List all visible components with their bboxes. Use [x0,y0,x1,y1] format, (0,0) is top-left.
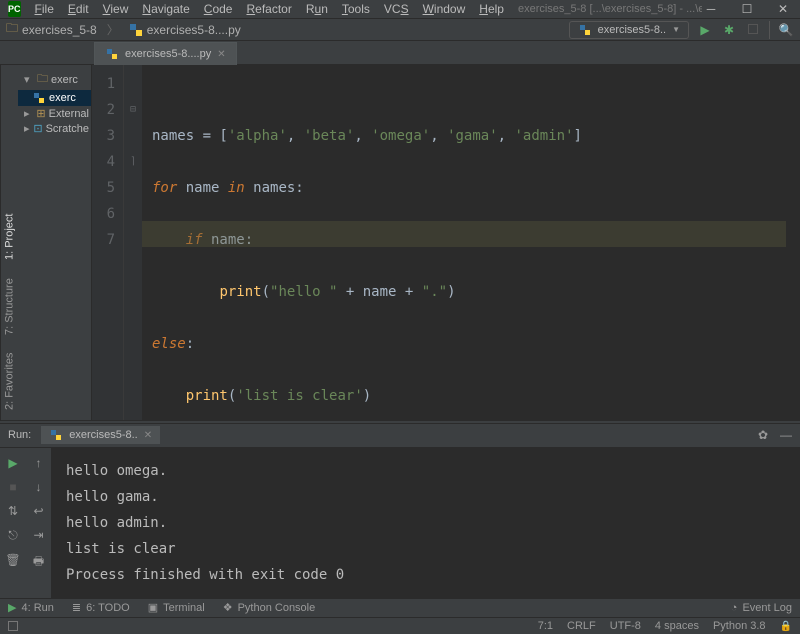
up-button[interactable]: ↑ [36,456,42,470]
stop-button[interactable]: ■ [9,480,16,494]
editor-tabs: exercises5-8....py ✕ [0,41,800,65]
run-panel-title: Run: [8,429,31,441]
indent-settings[interactable]: 4 spaces [655,620,699,632]
close-tab-icon[interactable]: ✕ [217,49,225,60]
bottom-tool-stripe: ▶4: Run ≣6: TODO ▣Terminal ❖Python Conso… [0,598,800,617]
rerun-button[interactable]: ▶ [8,456,17,470]
menu-file[interactable]: FFileile [29,0,60,18]
print-button[interactable]: 🖶 [33,552,44,573]
readonly-lock-icon[interactable] [780,620,792,632]
trash-button[interactable]: 🗑 [5,553,20,567]
menu-edit[interactable]: Edit [62,0,95,18]
run-tab[interactable]: exercises5-8.. ✕ [41,426,160,444]
window-title: exercises_5-8 [...\exercises_5-8] - ...\… [518,3,702,15]
stop-button[interactable] [745,23,761,37]
code-editor[interactable]: 1234567 ⊟⌉ names = ['alpha', 'beta', 'om… [92,65,800,420]
run-config-name: exercises5-8.. [598,24,666,36]
close-tab-icon[interactable]: ✕ [144,430,152,441]
run-configuration-selector[interactable]: exercises5-8.. ▼ [569,21,689,39]
minimize-button[interactable]: ─ [702,2,720,16]
menu-run[interactable]: Run [300,0,334,18]
menubar: FFileile Edit View Navigate Code Refacto… [29,0,510,18]
left-tool-stripe: 2: Favorites 7: Structure 1: Project [0,65,18,420]
python-file-icon [129,23,143,37]
run-button[interactable]: ▶ [697,23,713,37]
separator [769,21,770,39]
toolwindow-python-console[interactable]: ❖Python Console [223,601,316,614]
editor-error-stripe [786,65,800,420]
breadcrumb-folder[interactable]: exercises_5-8 [22,23,97,37]
toolwindow-structure[interactable]: 7: Structure [4,278,16,335]
menu-help[interactable]: Help [473,0,510,18]
line-separator[interactable]: CRLF [567,620,596,632]
tree-row[interactable]: ▾🗀exerc [18,69,91,90]
menu-tools[interactable]: Tools [336,0,376,18]
scroll-end-button[interactable]: ⇥ [33,528,43,542]
menu-view[interactable]: View [97,0,135,18]
menu-vcs[interactable]: VCS [378,0,415,18]
caret-position[interactable]: 7:1 [538,620,553,632]
python-interpreter[interactable]: Python 3.8 [713,620,766,632]
project-tree[interactable]: ▾🗀exerc exerc ▸⊞External ▸⊡Scratche [18,65,92,420]
python-file-icon [105,47,119,61]
layout-button[interactable]: ⇅ [8,504,18,518]
hide-button[interactable]: — [780,428,792,442]
line-number-gutter: 1234567 [92,65,124,420]
app-logo: PC [8,1,21,17]
menu-navigate[interactable]: Navigate [136,0,195,18]
chevron-down-icon: ▼ [672,25,680,34]
tree-row[interactable]: exerc [18,90,91,106]
down-button[interactable]: ↓ [36,480,42,494]
menu-refactor[interactable]: Refactor [240,0,297,18]
toolwindow-todo[interactable]: ≣6: TODO [72,601,130,614]
menu-window[interactable]: Window [417,0,472,18]
toolwindow-project[interactable]: 1: Project [4,213,16,259]
tree-row[interactable]: ▸⊡Scratche [18,121,91,136]
python-file-icon [49,428,63,442]
tree-row[interactable]: ▸⊞External [18,106,91,121]
chevron-right-icon: 〉 [107,21,119,38]
run-actions-primary: ▶ ■ ⇅ ⎋ 🗑 [0,448,26,598]
toolwindows-toggle[interactable] [8,621,18,631]
soft-wrap-button[interactable]: ↩ [33,504,43,518]
editor-tab-label: exercises5-8....py [125,48,211,60]
pin-button[interactable]: ⎋ [8,528,18,543]
code-area[interactable]: names = ['alpha', 'beta', 'omega', 'gama… [142,65,786,420]
editor-tab[interactable]: exercises5-8....py ✕ [94,42,237,65]
gutter-icons: ⊟⌉ [124,65,142,420]
titlebar: PC FFileile Edit View Navigate Code Refa… [0,0,800,19]
close-button[interactable]: ✕ [774,2,792,16]
toolwindow-terminal[interactable]: ▣Terminal [148,601,205,614]
navigation-bar: 🗀 exercises_5-8 〉 exercises5-8....py exe… [0,19,800,41]
search-everywhere-button[interactable]: 🔍 [778,23,794,37]
breadcrumb-file[interactable]: exercises5-8....py [147,23,241,37]
maximize-button[interactable]: ☐ [738,2,756,16]
status-bar: 7:1 CRLF UTF-8 4 spaces Python 3.8 [0,617,800,634]
run-actions-secondary: ↑ ↓ ↩ ⇥ 🖶 [26,448,52,598]
debug-button[interactable]: ✱ [721,23,737,37]
python-file-icon [578,23,592,37]
toolwindow-favorites[interactable]: 2: Favorites [4,353,16,410]
file-encoding[interactable]: UTF-8 [610,620,641,632]
toolwindow-run[interactable]: ▶4: Run [8,601,54,614]
menu-code[interactable]: Code [198,0,239,18]
folder-icon: 🗀 [6,19,18,40]
event-log-button[interactable]: ◔Event Log [731,602,792,614]
